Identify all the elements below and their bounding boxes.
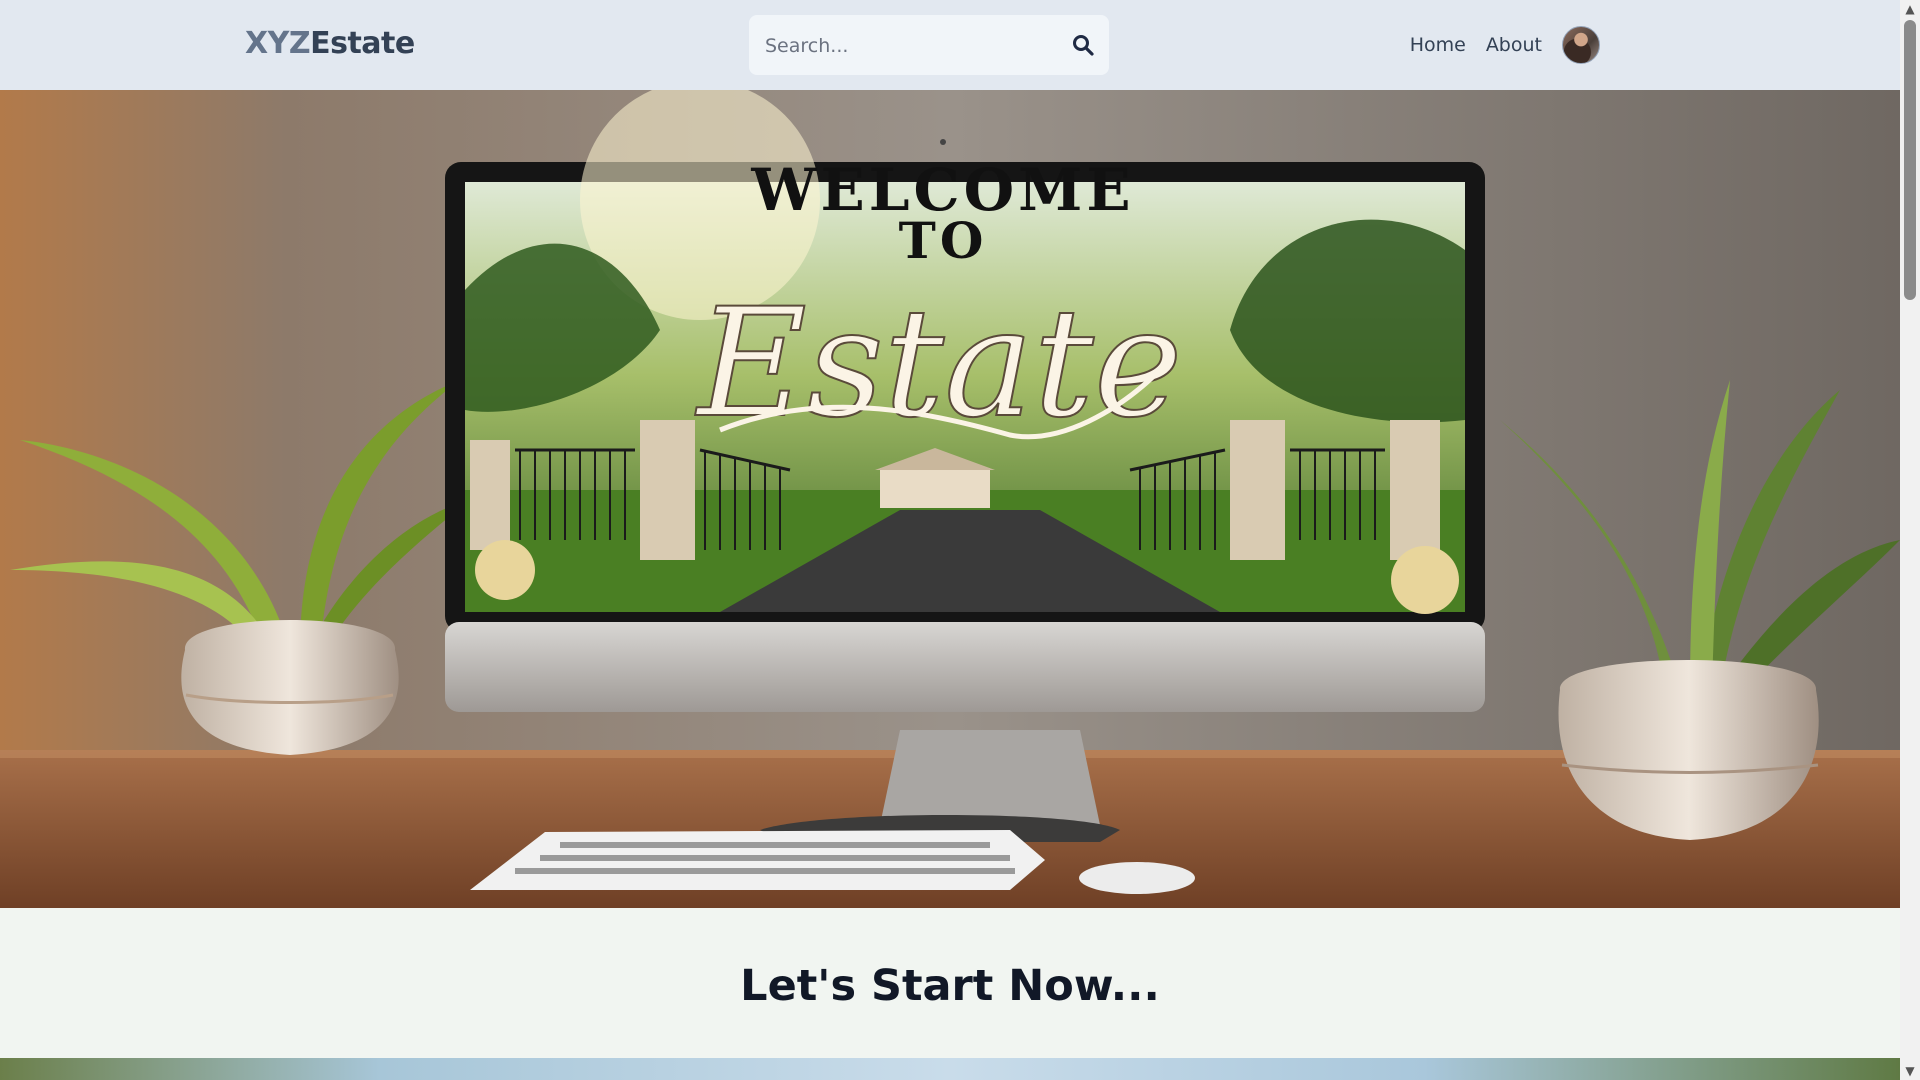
scroll-down-arrow-icon[interactable]: ▼ — [1903, 1064, 1917, 1078]
logo-text-xyz: XYZ — [245, 26, 311, 61]
hero-banner: WELCOME TO Estate — [0, 90, 1900, 908]
nav-about-link[interactable]: About — [1486, 34, 1542, 56]
site-logo[interactable]: XYZEstate — [245, 26, 415, 61]
screen-estate-script: Estate — [694, 277, 1182, 451]
hero-image: WELCOME TO Estate — [0, 90, 1900, 908]
mouse — [1079, 862, 1195, 894]
nav-home-link[interactable]: Home — [1410, 34, 1466, 56]
section-title: Let's Start Now... — [740, 961, 1160, 1011]
search-bar — [749, 15, 1109, 75]
scroll-up-arrow-icon[interactable]: ▲ — [1903, 2, 1917, 16]
search-icon[interactable] — [1071, 33, 1095, 57]
page: XYZEstate Home About — [0, 0, 1900, 1080]
next-section-image-preview — [0, 1058, 1900, 1080]
logo-text-estate: Estate — [310, 26, 415, 61]
main-nav: Home About — [1390, 0, 1600, 90]
keyboard — [470, 830, 1045, 890]
avatar[interactable] — [1562, 26, 1600, 64]
page-scrollbar[interactable]: ▲ ▼ — [1900, 0, 1920, 1080]
top-navbar: XYZEstate Home About — [0, 0, 1900, 90]
scroll-thumb[interactable] — [1904, 20, 1916, 300]
cta-section: Let's Start Now... — [0, 908, 1900, 1060]
screen-to-text: TO — [899, 211, 988, 270]
search-input[interactable] — [763, 27, 1057, 65]
